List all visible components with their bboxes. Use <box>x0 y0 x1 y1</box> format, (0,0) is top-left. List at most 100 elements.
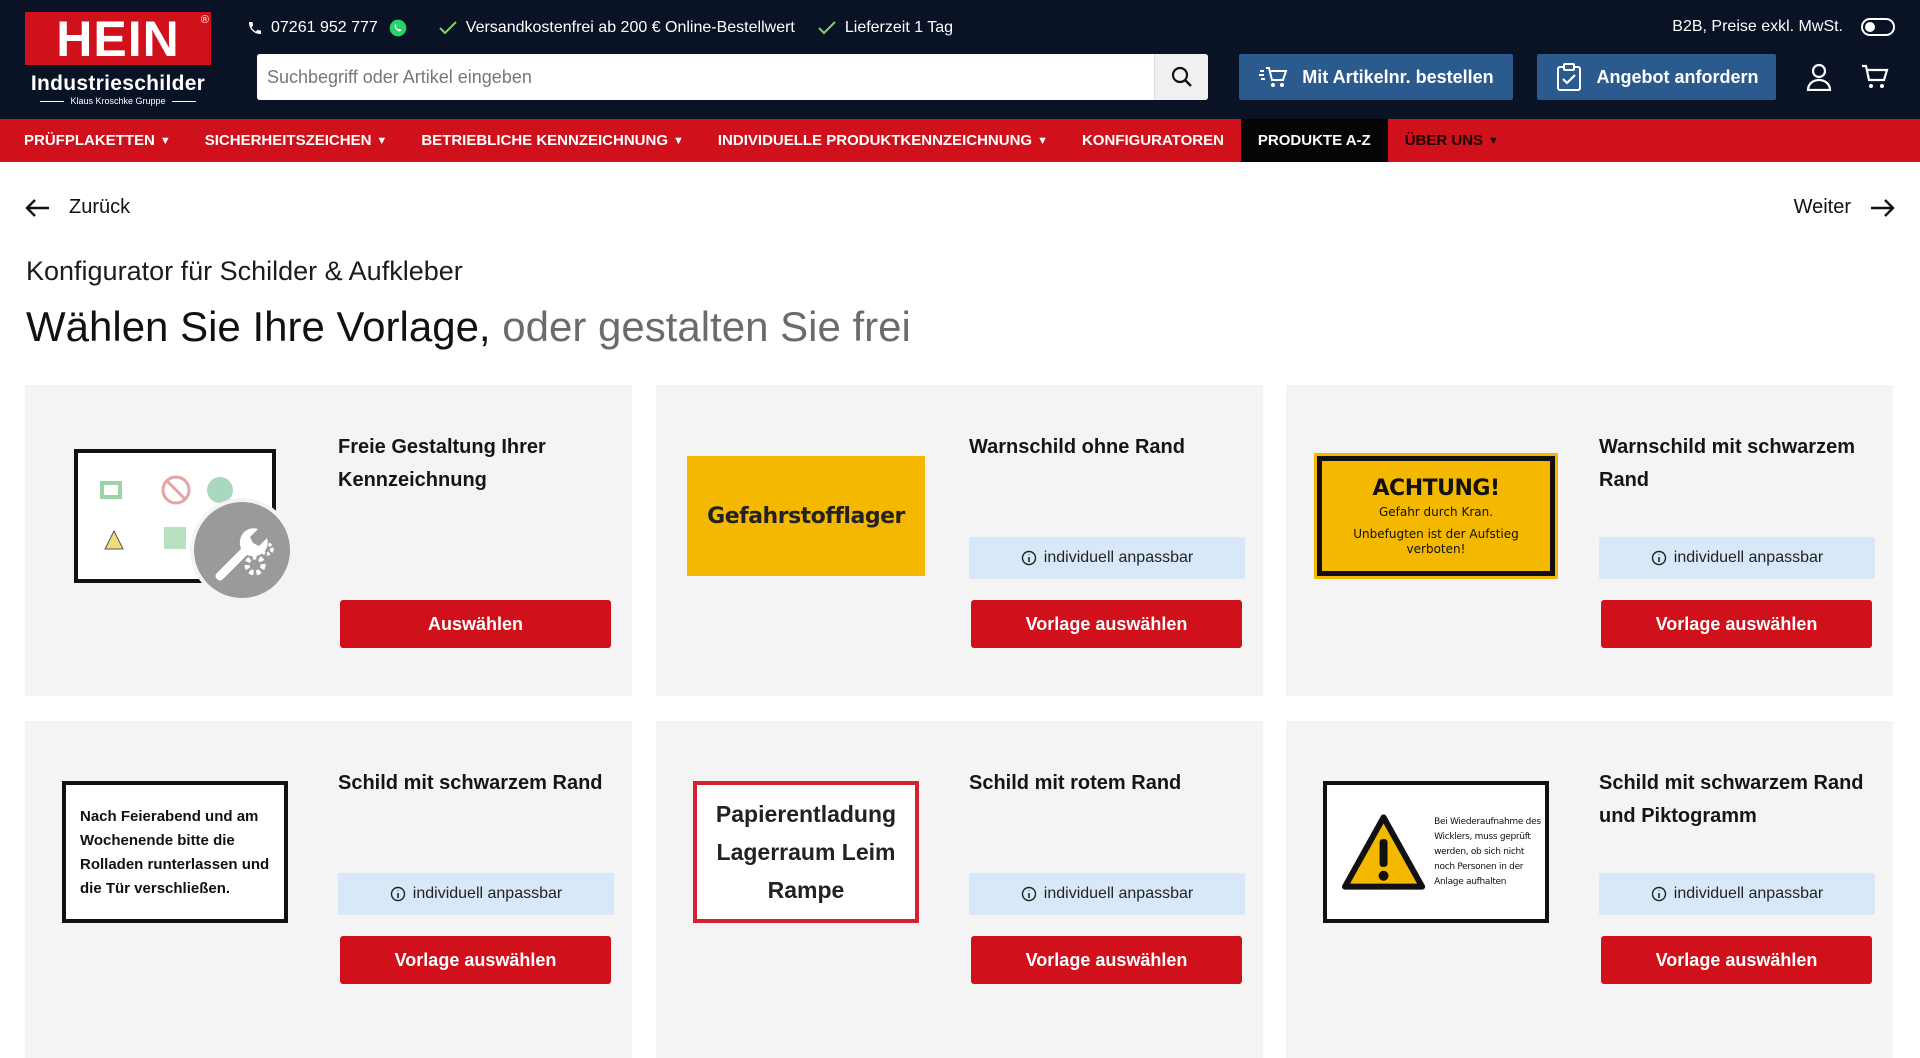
select-template-button[interactable]: Vorlage auswählen <box>971 600 1242 648</box>
customizable-badge: individuell anpassbar <box>969 873 1245 915</box>
check-icon <box>439 21 457 35</box>
achtung-title: ACHTUNG! <box>1372 475 1500 501</box>
template-card-red-border: Papierentladung Lagerraum Leim Rampe Sch… <box>656 721 1263 1058</box>
user-icon <box>1806 63 1832 92</box>
step-pager: Zurück Weiter <box>25 196 1895 219</box>
chevron-down-icon: ▼ <box>159 134 171 147</box>
shipping-text: Versandkostenfrei ab 200 € Online-Bestel… <box>465 19 795 36</box>
template-card-black-border: Nach Feierabend und am Wochenende bitte … <box>25 721 632 1058</box>
card-title: Freie Gestaltung Ihrer Kennzeichnung <box>338 436 546 491</box>
top-header: HEIN ® Industrieschilder Klaus Kroschke … <box>0 0 1920 119</box>
check-icon <box>818 21 836 35</box>
card-image[interactable]: Gefahrstofflager <box>686 433 926 599</box>
chevron-down-icon: ▼ <box>376 134 388 147</box>
page-title: Wählen Sie Ihre Vorlage, oder gestalten … <box>26 303 911 350</box>
b2b-label: B2B, Preise exkl. MwSt. <box>1672 18 1843 35</box>
cart-button[interactable] <box>1861 64 1889 95</box>
customizable-badge: individuell anpassbar <box>1599 537 1875 579</box>
request-offer-button[interactable]: Angebot anfordern <box>1537 54 1776 100</box>
select-template-button[interactable]: Vorlage auswählen <box>1601 936 1872 984</box>
info-line: 07261 952 777 Versandkostenfrei ab 200 €… <box>247 16 975 40</box>
card-image[interactable]: Papierentladung Lagerraum Leim Rampe <box>686 769 926 935</box>
achtung-line1: Gefahr durch Kran. <box>1378 504 1494 519</box>
pictogram-sign-text: Bei Wiederaufnahme des Wicklers, muss ge… <box>1434 816 1541 887</box>
search-bar <box>257 54 1208 100</box>
sign-preview-yellow: Gefahrstofflager <box>687 456 925 576</box>
phone-icon <box>249 22 261 34</box>
sign-preview-red-border: Papierentladung Lagerraum Leim Rampe <box>693 781 919 923</box>
customizable-badge: individuell anpassbar <box>338 873 614 915</box>
card-title: Schild mit schwarzem Rand <box>338 772 603 794</box>
customizable-badge: individuell anpassbar <box>1599 873 1875 915</box>
search-button[interactable] <box>1154 54 1208 100</box>
template-card-free-design: Freie Gestaltung Ihrer Kennzeichnung Aus… <box>25 385 632 696</box>
page-subtitle: Konfigurator für Schilder & Aufkleber <box>26 256 463 286</box>
wrench-gear-icon <box>190 498 294 602</box>
card-title: Warnschild ohne Rand <box>969 436 1185 458</box>
next-label: Weiter <box>1793 196 1851 218</box>
card-image[interactable]: ACHTUNG! Gefahr durch Kran. Unbefugten i… <box>1314 433 1558 599</box>
nav-item-pruefplaketten[interactable]: PRÜFPLAKETTEN ▼ <box>0 119 188 162</box>
chevron-down-icon: ▼ <box>673 134 684 147</box>
order-by-article-button[interactable]: Mit Artikelnr. bestellen <box>1239 54 1513 100</box>
customizable-badge: individuell anpassbar <box>969 537 1245 579</box>
arrow-right-icon <box>1871 198 1895 217</box>
delivery-text: Lieferzeit 1 Tag <box>844 19 954 36</box>
free-design-illustration <box>74 449 294 602</box>
back-link[interactable]: Zurück <box>25 196 130 219</box>
logo-brand: HEIN <box>56 10 180 67</box>
user-account-button[interactable] <box>1806 63 1832 96</box>
b2b-toggle[interactable] <box>1861 18 1895 36</box>
cart-plus-icon <box>1259 67 1288 87</box>
whatsapp-icon[interactable] <box>388 18 408 38</box>
phone-info[interactable]: 07261 952 777 <box>247 18 416 38</box>
logo-line1: Industrieschilder <box>30 72 206 95</box>
nav-item-produkte-a-z[interactable]: PRODUKTE A-Z <box>1240 119 1388 162</box>
select-button[interactable]: Auswählen <box>340 600 611 648</box>
main-navigation: PRÜFPLAKETTEN ▼ SICHERHEITSZEICHEN ▼ BETRI… <box>0 119 1920 162</box>
offer-button-label: Angebot anfordern <box>1596 66 1759 87</box>
next-link[interactable]: Weiter <box>1794 196 1895 219</box>
select-template-button[interactable]: Vorlage auswählen <box>340 936 611 984</box>
card-image[interactable]: Nach Feierabend und am Wochenende bitte … <box>55 769 295 935</box>
card-image[interactable]: Bei Wiederaufnahme des Wicklers, muss ge… <box>1316 769 1556 935</box>
clipboard-icon <box>1556 63 1581 91</box>
sign-preview-black-border: Nach Feierabend und am Wochenende bitte … <box>62 781 288 923</box>
nav-item-konfiguratoren[interactable]: KONFIGURATOREN <box>1065 119 1241 162</box>
card-title: Schild mit schwarzem Rand und Piktogramm <box>1599 772 1864 827</box>
cart-icon <box>1862 64 1889 88</box>
logo-registered: ® <box>200 14 209 26</box>
logo-line2: Klaus Kroschke Gruppe <box>25 96 211 106</box>
b2b-switch[interactable]: B2B, Preise exkl. MwSt. <box>1672 18 1895 36</box>
achtung-line2: Unbefugten ist der Aufstieg verboten! <box>1353 526 1519 556</box>
info-icon <box>1651 886 1666 902</box>
back-label: Zurück <box>69 196 131 218</box>
card-title: Warnschild mit schwarzem Rand <box>1599 436 1855 491</box>
search-input[interactable] <box>257 54 1154 100</box>
info-icon <box>1651 550 1666 566</box>
phone-number: 07261 952 777 <box>271 19 378 36</box>
search-icon <box>1171 66 1192 87</box>
order-button-label: Mit Artikelnr. bestellen <box>1302 66 1494 87</box>
select-template-button[interactable]: Vorlage auswählen <box>1601 600 1872 648</box>
nav-item-sicherheitszeichen[interactable]: SICHERHEITSZEICHEN ▼ <box>188 119 405 162</box>
info-icon <box>1021 886 1036 902</box>
hein-logo[interactable]: HEIN ® Industrieschilder Klaus Kroschke … <box>25 12 211 108</box>
card-image[interactable] <box>55 433 295 602</box>
delivery-info: Lieferzeit 1 Tag <box>817 19 953 37</box>
template-card-warning-no-border: Gefahrstofflager Warnschild ohne Rand in… <box>656 385 1263 696</box>
chevron-down-icon: ▼ <box>1488 134 1499 147</box>
sign-preview-achtung: ACHTUNG! Gefahr durch Kran. Unbefugten i… <box>1314 453 1558 579</box>
nav-item-individuelle-produktkennzeichnung[interactable]: INDIVIDUELLE PRODUKTKENNZEICHNUNG ▼ <box>701 119 1065 162</box>
select-template-button[interactable]: Vorlage auswählen <box>971 936 1242 984</box>
info-icon <box>1021 550 1036 566</box>
template-card-black-border-pictogram: Bei Wiederaufnahme des Wicklers, muss ge… <box>1286 721 1893 1058</box>
sign-preview-pictogram: Bei Wiederaufnahme des Wicklers, muss ge… <box>1323 781 1549 923</box>
shipping-info: Versandkostenfrei ab 200 € Online-Bestel… <box>438 19 795 37</box>
nav-item-ueber-uns[interactable]: ÜBER UNS ▼ <box>1388 119 1516 162</box>
nav-item-betriebliche-kennzeichnung[interactable]: BETRIEBLICHE KENNZEICHNUNG ▼ <box>404 119 701 162</box>
warning-triangle-icon <box>1341 814 1426 890</box>
chevron-down-icon: ▼ <box>1037 134 1048 147</box>
arrow-left-icon <box>25 198 49 217</box>
template-card-warning-black-border: ACHTUNG! Gefahr durch Kran. Unbefugten i… <box>1286 385 1893 696</box>
